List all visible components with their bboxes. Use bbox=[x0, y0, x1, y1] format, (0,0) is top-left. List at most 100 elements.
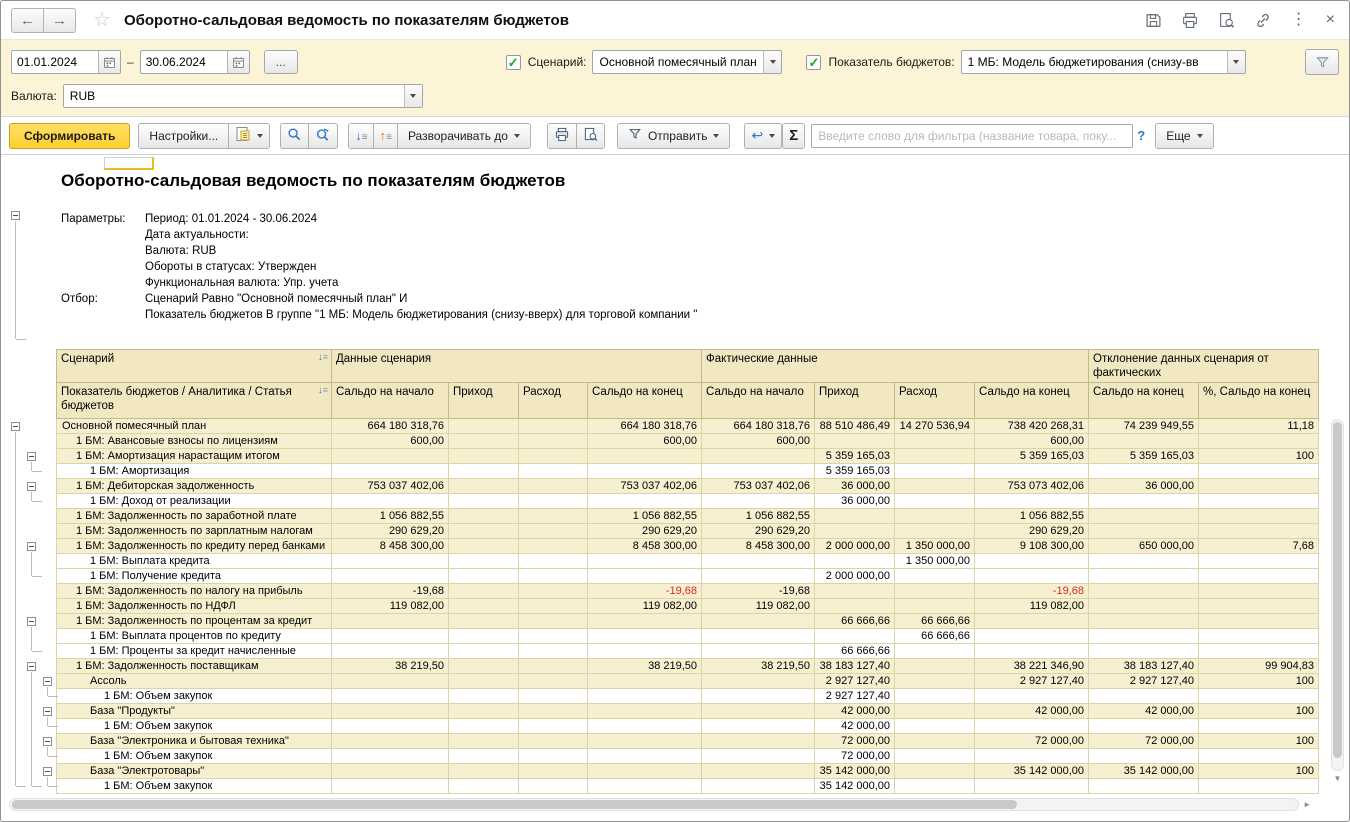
dropdown-icon[interactable] bbox=[1227, 51, 1245, 73]
value-cell[interactable] bbox=[702, 644, 815, 659]
value-cell[interactable] bbox=[588, 449, 702, 464]
sum-button[interactable]: Σ bbox=[782, 123, 805, 149]
value-cell[interactable] bbox=[895, 509, 975, 524]
value-cell[interactable] bbox=[1089, 629, 1199, 644]
value-cell[interactable]: -19,68 bbox=[702, 584, 815, 599]
kebab-menu-icon[interactable]: ⋮ bbox=[1291, 12, 1307, 28]
value-cell[interactable] bbox=[588, 629, 702, 644]
value-cell[interactable]: 38 183 127,40 bbox=[1089, 659, 1199, 674]
value-cell[interactable]: 38 219,50 bbox=[332, 659, 449, 674]
value-cell[interactable]: 11,18 bbox=[1199, 419, 1319, 434]
value-cell[interactable]: 72 000,00 bbox=[1089, 734, 1199, 749]
value-cell[interactable] bbox=[332, 554, 449, 569]
value-cell[interactable] bbox=[1089, 509, 1199, 524]
value-cell[interactable]: 738 420 268,31 bbox=[975, 419, 1089, 434]
value-cell[interactable]: 38 183 127,40 bbox=[815, 659, 895, 674]
value-cell[interactable] bbox=[519, 689, 588, 704]
value-cell[interactable] bbox=[702, 554, 815, 569]
print-preview-button[interactable] bbox=[576, 123, 605, 149]
value-cell[interactable] bbox=[588, 704, 702, 719]
value-cell[interactable] bbox=[895, 764, 975, 779]
generate-button[interactable]: Сформировать bbox=[9, 123, 130, 149]
value-cell[interactable] bbox=[1089, 434, 1199, 449]
value-cell[interactable] bbox=[449, 614, 519, 629]
value-cell[interactable]: 74 239 949,55 bbox=[1089, 419, 1199, 434]
value-cell[interactable]: 36 000,00 bbox=[1089, 479, 1199, 494]
value-cell[interactable] bbox=[815, 599, 895, 614]
save-icon[interactable] bbox=[1145, 12, 1162, 29]
collapse-toggle[interactable] bbox=[43, 707, 52, 716]
value-cell[interactable] bbox=[519, 599, 588, 614]
value-cell[interactable] bbox=[702, 689, 815, 704]
value-cell[interactable] bbox=[1089, 494, 1199, 509]
value-cell[interactable] bbox=[588, 734, 702, 749]
row-label-cell[interactable]: 1 БМ: Объем закупок bbox=[57, 689, 332, 704]
row-label-cell[interactable]: 1 БМ: Задолженность по налогу на прибыль bbox=[57, 584, 332, 599]
row-label-cell[interactable]: 1 БМ: Задолженность по НДФЛ bbox=[57, 599, 332, 614]
row-label-cell[interactable]: 1 БМ: Амортизация bbox=[57, 464, 332, 479]
value-cell[interactable] bbox=[449, 524, 519, 539]
value-cell[interactable]: 753 073 402,06 bbox=[975, 479, 1089, 494]
value-cell[interactable] bbox=[895, 689, 975, 704]
value-cell[interactable]: 42 000,00 bbox=[975, 704, 1089, 719]
indicator-checkbox[interactable]: ✓ bbox=[806, 55, 821, 70]
value-cell[interactable] bbox=[1199, 614, 1319, 629]
value-cell[interactable]: 38 219,50 bbox=[588, 659, 702, 674]
value-cell[interactable] bbox=[449, 659, 519, 674]
value-cell[interactable]: 38 219,50 bbox=[702, 659, 815, 674]
value-cell[interactable] bbox=[895, 584, 975, 599]
value-cell[interactable] bbox=[1199, 494, 1319, 509]
value-cell[interactable] bbox=[895, 449, 975, 464]
column-group-header[interactable]: Фактические данные bbox=[702, 350, 1089, 383]
value-cell[interactable] bbox=[975, 614, 1089, 629]
period-from-field[interactable] bbox=[11, 50, 121, 74]
value-cell[interactable]: 1 056 882,55 bbox=[588, 509, 702, 524]
value-cell[interactable]: 66 666,66 bbox=[815, 644, 895, 659]
value-cell[interactable] bbox=[449, 599, 519, 614]
value-cell[interactable] bbox=[332, 749, 449, 764]
scenario-combobox[interactable]: Основной помесячный план bbox=[592, 50, 782, 74]
favorite-star-icon[interactable]: ☆ bbox=[93, 10, 111, 30]
value-cell[interactable] bbox=[449, 494, 519, 509]
column-header[interactable]: Сальдо на конец bbox=[1089, 383, 1199, 419]
value-cell[interactable]: 290 629,20 bbox=[702, 524, 815, 539]
value-cell[interactable] bbox=[519, 629, 588, 644]
column-header[interactable]: Приход bbox=[449, 383, 519, 419]
value-cell[interactable]: 35 142 000,00 bbox=[815, 779, 895, 794]
value-cell[interactable]: -19,68 bbox=[975, 584, 1089, 599]
value-cell[interactable]: 72 000,00 bbox=[815, 749, 895, 764]
value-cell[interactable] bbox=[702, 569, 815, 584]
value-cell[interactable]: 8 458 300,00 bbox=[702, 539, 815, 554]
value-cell[interactable] bbox=[1089, 524, 1199, 539]
value-cell[interactable] bbox=[449, 719, 519, 734]
row-label-cell[interactable]: 1 БМ: Выплата процентов по кредиту bbox=[57, 629, 332, 644]
value-cell[interactable] bbox=[895, 659, 975, 674]
value-cell[interactable] bbox=[449, 749, 519, 764]
column-header[interactable]: Сальдо на конец bbox=[975, 383, 1089, 419]
value-cell[interactable] bbox=[519, 554, 588, 569]
value-cell[interactable]: 38 221 346,90 bbox=[975, 659, 1089, 674]
value-cell[interactable] bbox=[1089, 719, 1199, 734]
value-cell[interactable] bbox=[519, 464, 588, 479]
value-cell[interactable]: 290 629,20 bbox=[588, 524, 702, 539]
collapse-toggle[interactable] bbox=[27, 662, 36, 671]
value-cell[interactable] bbox=[975, 569, 1089, 584]
value-cell[interactable] bbox=[332, 569, 449, 584]
row-label-cell[interactable]: 1 БМ: Объем закупок bbox=[57, 749, 332, 764]
expand-to-button[interactable]: Разворачивать до bbox=[397, 123, 531, 149]
value-cell[interactable] bbox=[449, 674, 519, 689]
value-cell[interactable] bbox=[449, 569, 519, 584]
value-cell[interactable] bbox=[895, 719, 975, 734]
value-cell[interactable] bbox=[895, 524, 975, 539]
value-cell[interactable]: 66 666,66 bbox=[815, 614, 895, 629]
column-header[interactable]: Расход bbox=[895, 383, 975, 419]
value-cell[interactable]: 2 000 000,00 bbox=[815, 539, 895, 554]
value-cell[interactable] bbox=[702, 764, 815, 779]
value-cell[interactable]: 100 bbox=[1199, 734, 1319, 749]
value-cell[interactable]: 650 000,00 bbox=[1089, 539, 1199, 554]
value-cell[interactable]: 600,00 bbox=[332, 434, 449, 449]
value-cell[interactable]: 1 350 000,00 bbox=[895, 554, 975, 569]
value-cell[interactable] bbox=[449, 584, 519, 599]
column-group-header[interactable]: Данные сценария bbox=[332, 350, 702, 383]
row-label-cell[interactable]: Основной помесячный план bbox=[57, 419, 332, 434]
